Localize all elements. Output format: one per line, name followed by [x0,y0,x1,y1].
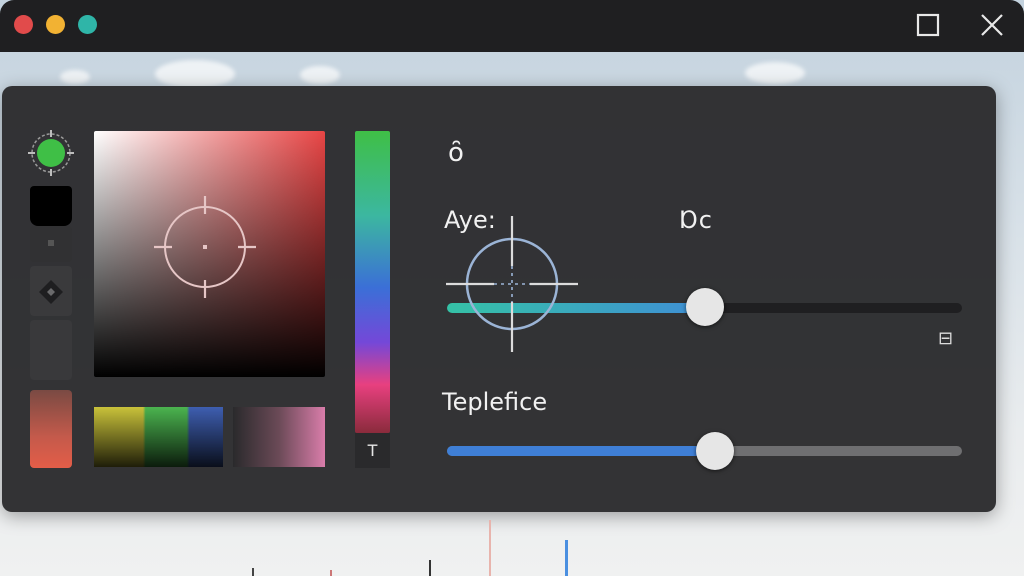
diamond-tool-icon [39,280,63,304]
slider2-fill [447,446,715,456]
background-marker [429,560,431,576]
tool-slot[interactable] [30,226,72,262]
background-marker [252,568,254,576]
tool-black-swatch[interactable] [30,186,72,226]
cloud [300,66,340,84]
crosshair-cursor-icon[interactable] [152,194,258,300]
zoom-window-button[interactable] [78,15,97,34]
pink-gradient-swatch[interactable] [233,407,325,467]
value-glyph: ȏ [448,138,464,168]
slider-end-icon[interactable]: ⊟ [938,328,953,349]
preview-swatch[interactable] [30,390,72,468]
close-window-button[interactable] [14,15,33,34]
background-marker [565,540,568,576]
dot-icon [48,240,54,246]
slider1-value: Ɒc [680,206,712,234]
maximize-icon[interactable] [915,12,941,38]
cloud [745,62,805,84]
target-crosshair-icon[interactable] [446,216,578,352]
minimize-window-button[interactable] [46,15,65,34]
background-marker [330,570,332,576]
slider1-thumb[interactable] [685,288,724,326]
cloud [155,60,235,88]
background-marker [489,520,491,576]
current-color-indicator[interactable] [26,128,76,178]
slider2-thumb[interactable] [695,432,734,470]
hue-slider[interactable] [355,131,390,433]
cloud [60,70,90,84]
window-titlebar [0,0,1024,52]
close-icon[interactable] [979,12,1005,38]
gradient-swatch-palette[interactable] [94,407,223,467]
tool-empty-slot[interactable] [30,320,72,380]
hue-mode-button[interactable]: T [355,433,390,468]
slider2-label: Teplefice [442,388,548,416]
tool-pen-button[interactable] [30,266,72,316]
